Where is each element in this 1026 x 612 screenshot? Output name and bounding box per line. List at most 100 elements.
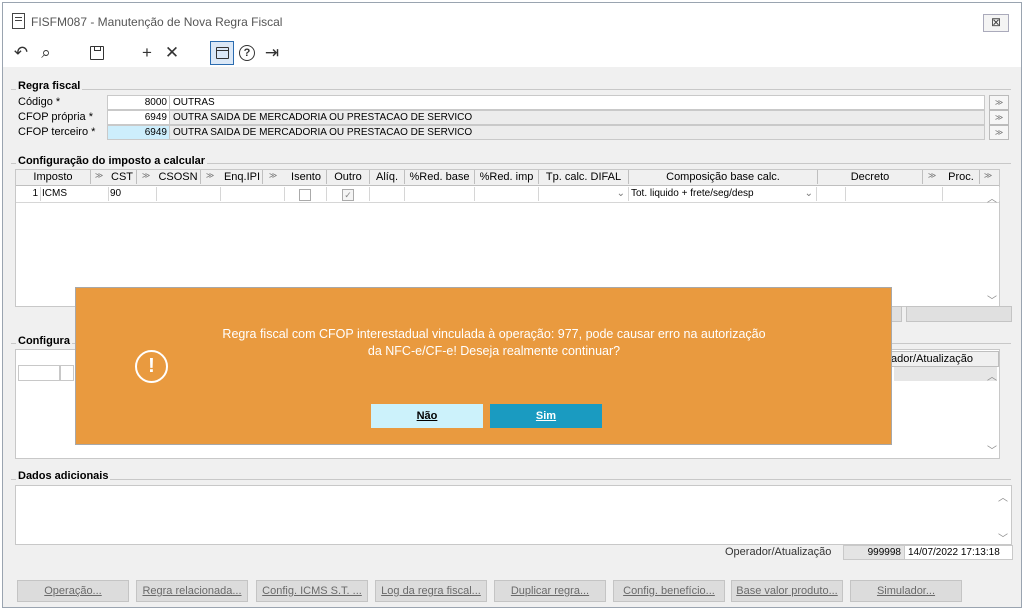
scroll-down-icon[interactable]: ﹀ [987,442,997,457]
warning-icon: ! [135,350,168,383]
confirmation-dialog: ! Regra fiscal com CFOP interestadual vi… [75,287,892,445]
col-decreto[interactable]: Decreto [818,170,923,184]
codigo-description: OUTRAS [169,95,985,110]
operador-value: 999998 [843,545,905,560]
scroll-up-icon[interactable]: ︿ [987,190,997,205]
yes-button[interactable]: Sim [490,404,602,428]
scroll-down-icon[interactable]: ﹀ [998,530,1008,545]
simulador-button[interactable]: Simulador... [850,580,962,602]
cfop-terceiro-description: OUTRA SAIDA DE MERCADORIA OU PRESTACAO D… [169,125,985,140]
row-composicao-base[interactable]: Tot. liquido + frete/seg/desp ⌄ [629,187,817,201]
row-decreto-code[interactable] [818,187,846,201]
config-icms-st-button[interactable]: Config. ICMS S.T. ... [256,580,368,602]
calendar-icon[interactable] [210,41,234,65]
grid-2-value [894,367,997,381]
col-csosn-filter-icon[interactable]: ≫ [202,170,218,182]
undo-icon[interactable]: ↶ [11,43,31,63]
col-proc[interactable]: Proc. [943,170,980,184]
col-operador-atualizacao[interactable]: ador/Atualização [890,351,999,367]
regra-fiscal-label: Regra fiscal [16,80,83,92]
row-cst[interactable]: 90 [108,187,157,201]
row-composicao-value: Tot. liquido + frete/seg/desp [631,188,754,199]
toolbar: ↶ ⌕ + ✕ ? ⇥ [3,39,1021,67]
config-group-2-label: Configura [16,335,72,347]
row-csosn[interactable] [156,187,221,201]
operador-label: Operador/Atualização [725,546,832,558]
close-button[interactable]: ⊠ [983,14,1009,32]
search-icon[interactable]: ⌕ [36,43,56,63]
codigo-lookup-button[interactable]: ≫ [989,95,1009,110]
grid-2-cell-2[interactable] [60,365,74,381]
col-csosn[interactable]: CSOSN [156,170,201,184]
log-regra-fiscal-button[interactable]: Log da regra fiscal... [375,580,487,602]
col-aliq[interactable]: Alíq. [370,170,405,184]
save-icon[interactable] [87,43,107,63]
regra-relacionada-button[interactable]: Regra relacionada... [136,580,248,602]
no-button[interactable]: Não [371,404,483,428]
col-imposto[interactable]: Imposto [16,170,91,184]
help-icon-glyph: ? [239,45,255,61]
grid-2-cell[interactable] [18,365,60,381]
delete-icon[interactable]: ✕ [162,43,182,63]
table-row[interactable]: 1 ICMS 90 ✓ ⌄ Tot. liquido + frete/seg/d… [16,187,1000,203]
chevron-down-icon: ⌄ [616,188,625,199]
config-imposto-label: Configuração do imposto a calcular [16,155,208,167]
window-title: FISFM087 - Manutenção de Nova Regra Fisc… [31,15,283,29]
base-valor-produto-button[interactable]: Base valor produto... [731,580,843,602]
outro-checkbox[interactable]: ✓ [342,189,354,201]
codigo-label: Código * [18,96,61,108]
dados-adicionais-group [11,479,1011,480]
operacao-button[interactable]: Operação... [17,580,129,602]
col-outro[interactable]: Outro [327,170,370,184]
col-red-base[interactable]: %Red. base [405,170,475,184]
cfop-terceiro-lookup-button[interactable]: ≫ [989,125,1009,140]
col-decreto-filter-icon[interactable]: ≫ [924,170,940,182]
cfop-propria-description: OUTRA SAIDA DE MERCADORIA OU PRESTACAO D… [169,110,985,125]
isento-checkbox[interactable] [299,189,311,201]
imposto-grid-header: Imposto ≫ CST ≫ CSOSN ≫ Enq.IPI ≫ Isento… [16,170,999,186]
row-index: 1 [16,187,41,201]
dados-adicionais-label: Dados adicionais [16,470,111,482]
col-enq-ipi-filter-icon[interactable]: ≫ [265,170,281,182]
col-isento[interactable]: Isento [286,170,327,184]
dados-adicionais-textarea[interactable]: ︿ ﹀ [15,485,1012,545]
col-composicao-base[interactable]: Composição base calc. [629,170,818,184]
cfop-propria-label: CFOP própria * [18,111,93,123]
scroll-up-icon[interactable]: ︿ [987,368,997,383]
col-cst-filter-icon[interactable]: ≫ [138,170,154,182]
codigo-input[interactable]: 8000 [107,95,171,110]
dialog-message-line-2: da NFC-e/CF-e! Deseja realmente continua… [367,344,621,358]
col-proc-filter-icon[interactable]: ≫ [980,170,996,182]
row-isento [286,187,327,201]
config-beneficio-button[interactable]: Config. benefício... [613,580,725,602]
imposto-footer-field [906,306,1012,322]
help-icon[interactable]: ? [237,43,257,63]
exit-icon[interactable]: ⇥ [262,43,282,63]
col-imposto-filter-icon[interactable]: ≫ [91,170,107,182]
add-icon[interactable]: + [137,43,157,63]
col-enq-ipi[interactable]: Enq.IPI [222,170,263,184]
atualizacao-value: 14/07/2022 17:13:18 [904,545,1013,560]
app-document-icon [12,13,25,29]
row-tp-calc-difal[interactable]: ⌄ [539,187,629,201]
main-window: FISFM087 - Manutenção de Nova Regra Fisc… [2,2,1022,608]
dialog-message: Regra fiscal com CFOP interestadual vinc… [196,326,792,360]
row-imposto[interactable]: ICMS [40,187,109,201]
cfop-propria-input[interactable]: 6949 [107,110,171,125]
col-red-imp[interactable]: %Red. imp [475,170,539,184]
row-outro: ✓ [327,187,370,201]
row-enq-ipi[interactable] [222,187,285,201]
scroll-up-icon[interactable]: ︿ [998,489,1008,504]
row-red-base[interactable] [405,187,475,201]
col-cst[interactable]: CST [108,170,137,184]
row-red-imp[interactable] [475,187,539,201]
col-tp-calc-difal[interactable]: Tp. calc. DIFAL [539,170,629,184]
row-aliq[interactable] [370,187,405,201]
scroll-down-icon[interactable]: ﹀ [987,292,997,307]
cfop-terceiro-label: CFOP terceiro * [18,126,96,138]
cfop-terceiro-input[interactable]: 6949 [107,125,171,140]
row-decreto[interactable] [846,187,943,201]
duplicar-regra-button[interactable]: Duplicar regra... [494,580,606,602]
cfop-propria-lookup-button[interactable]: ≫ [989,110,1009,125]
chevron-down-icon: ⌄ [804,188,813,199]
